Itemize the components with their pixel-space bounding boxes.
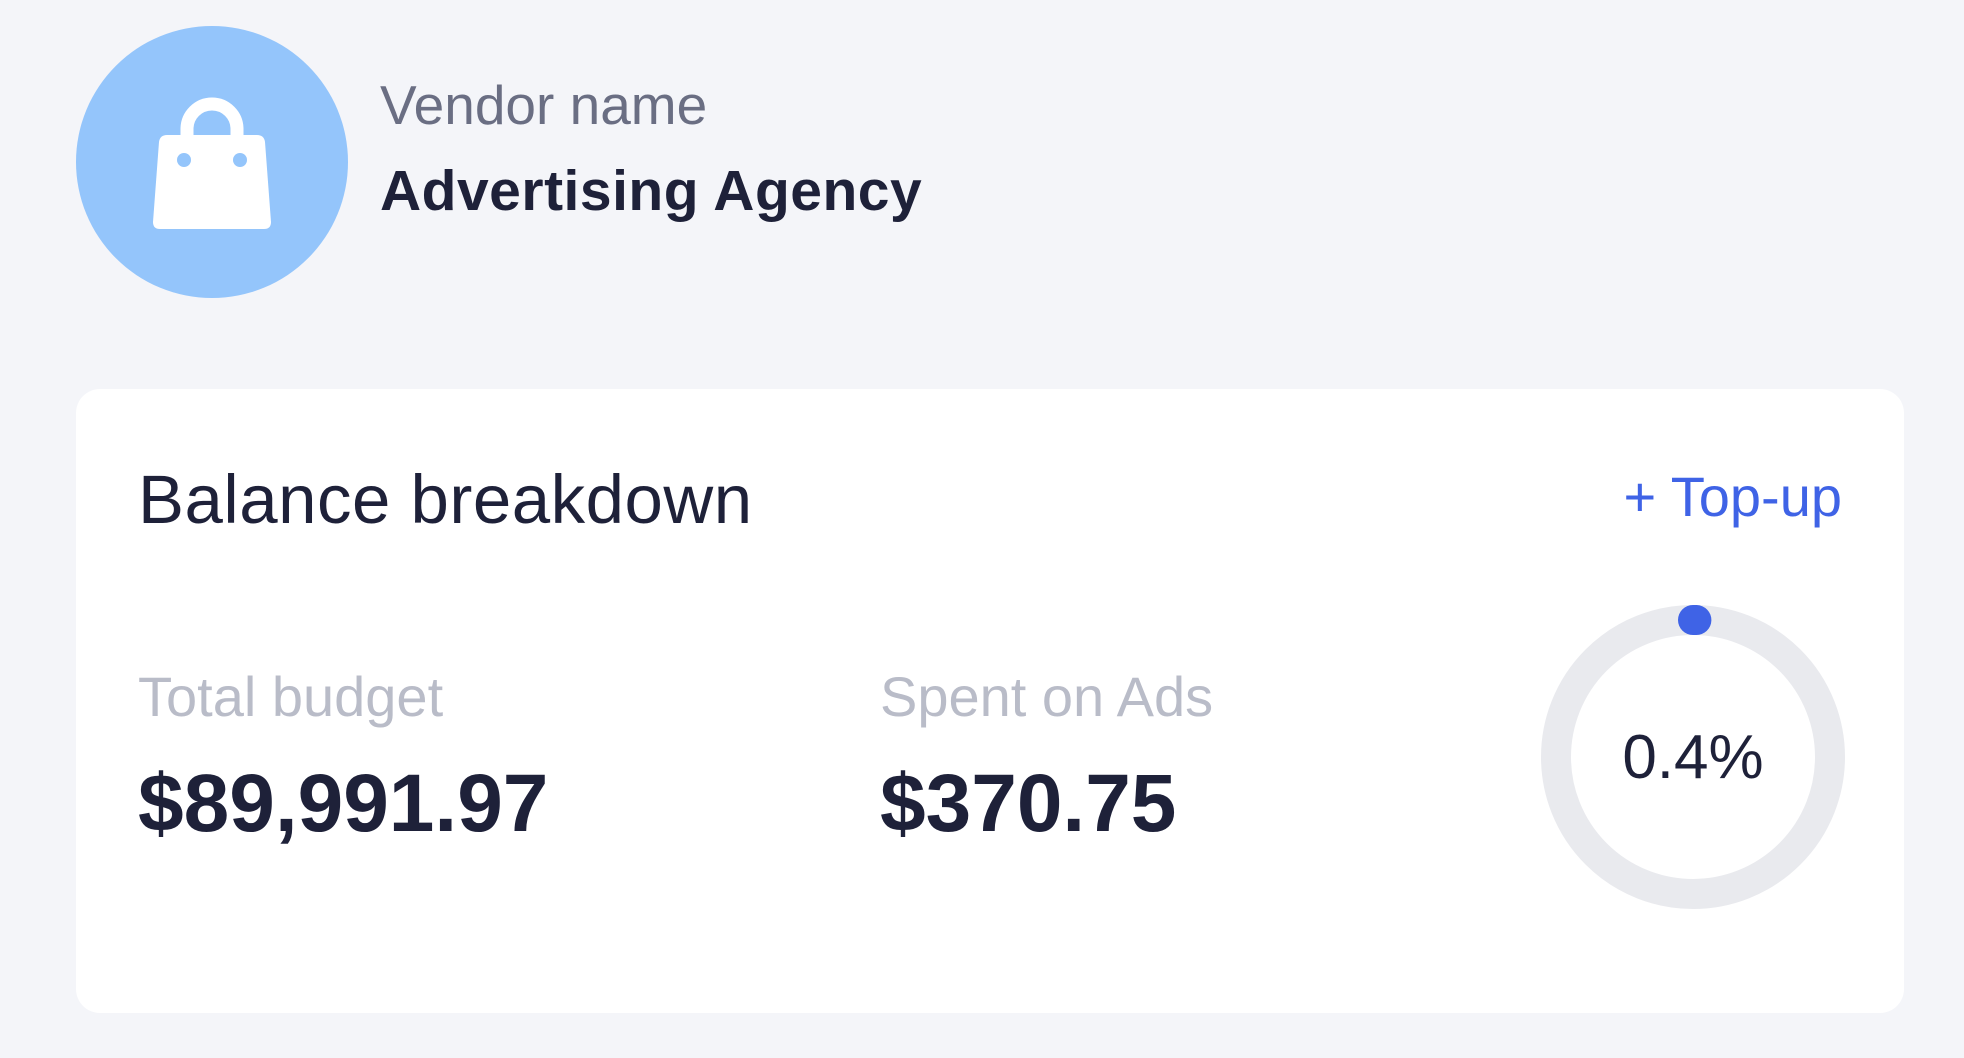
spend-progress-ring: 0.4% (1540, 604, 1846, 910)
spent-on-ads-stat: Spent on Ads $370.75 (880, 669, 1213, 845)
vendor-name: Advertising Agency (380, 159, 923, 223)
balance-breakdown-card: Balance breakdown + Top-up Total budget … (76, 389, 1904, 1013)
progress-percentage: 0.4% (1622, 722, 1764, 792)
vendor-name-label: Vendor name (380, 74, 708, 136)
topup-button[interactable]: + Top-up (1624, 469, 1842, 525)
vendor-info: Vendor name Advertising Agency (380, 78, 923, 223)
spent-on-ads-value: $370.75 (880, 758, 1177, 849)
total-budget-value: $89,991.97 (138, 758, 549, 849)
total-budget-label: Total budget (138, 665, 444, 728)
vendor-avatar (76, 26, 348, 298)
shopping-bag-icon (153, 97, 271, 229)
vendor-header: Vendor name Advertising Agency (76, 26, 922, 298)
spent-on-ads-label: Spent on Ads (880, 665, 1214, 728)
total-budget-stat: Total budget $89,991.97 (138, 669, 548, 845)
card-title: Balance breakdown (138, 461, 753, 538)
